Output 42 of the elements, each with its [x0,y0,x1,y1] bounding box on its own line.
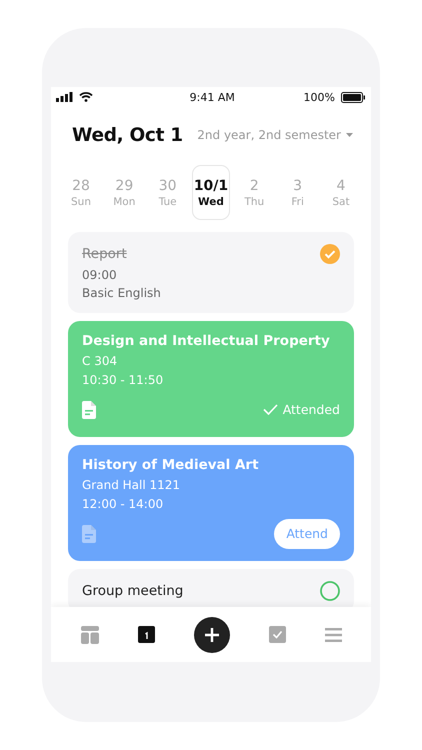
check-circle-icon[interactable] [320,244,340,264]
task-title: Group meeting [82,582,184,599]
class-title: Design and Intellectual Property [82,332,331,349]
class-time: 10:30 - 11:50 [82,373,164,388]
calendar-icon[interactable] [138,626,154,643]
task-card[interactable]: Group meeting [68,568,354,607]
plus-icon [204,626,220,642]
class-card[interactable]: History of Medieval Art Grand Hall 1121 12:00 - 14:00 Attend [68,444,354,561]
add-button[interactable] [194,616,230,652]
day-tab[interactable]: 29 Mon [105,165,144,220]
task-card[interactable]: Report 09:00 Basic English [68,232,354,313]
date-title: Wed, Oct 1 [72,124,183,146]
day-tab[interactable]: 3 Fri [278,165,317,220]
day-tab[interactable]: 10/1 Wed [192,165,230,220]
document-icon[interactable] [82,524,96,543]
class-room: C 304 [82,354,118,368]
menu-icon[interactable] [324,628,342,642]
checkbox-icon[interactable] [268,626,286,643]
status-time: 9:41 AM [188,90,236,104]
task-subject: Basic English [82,286,162,301]
grid-icon[interactable] [80,626,98,644]
attended-status: Attended [262,402,340,418]
day-tab[interactable]: 4 Sat [322,165,360,220]
circle-icon[interactable] [320,580,340,601]
battery-icon [341,92,365,102]
day-tab[interactable]: 30 Tue [148,165,187,220]
day-tab[interactable]: 2 Thu [235,165,274,220]
signal-icon [56,92,73,102]
class-card[interactable]: Design and Intellectual Property C 304 10:30 - 11:50 Attended [68,320,354,437]
class-room: Grand Hall 1121 [82,478,182,492]
class-time: 12:00 - 14:00 [82,497,164,512]
wifi-icon [79,92,93,102]
battery-percent: 100% [304,90,335,104]
task-time: 09:00 [82,268,118,282]
caret-icon [346,133,353,137]
check-icon [262,404,278,416]
task-title: Report [82,246,127,262]
document-icon[interactable] [82,400,96,419]
semester-dropdown[interactable]: 2nd year, 2nd semester [197,128,353,142]
day-tab[interactable]: 28 Sun [62,165,100,220]
class-title: History of Medieval Art [82,456,260,473]
attend-button[interactable]: Attend [274,518,340,549]
